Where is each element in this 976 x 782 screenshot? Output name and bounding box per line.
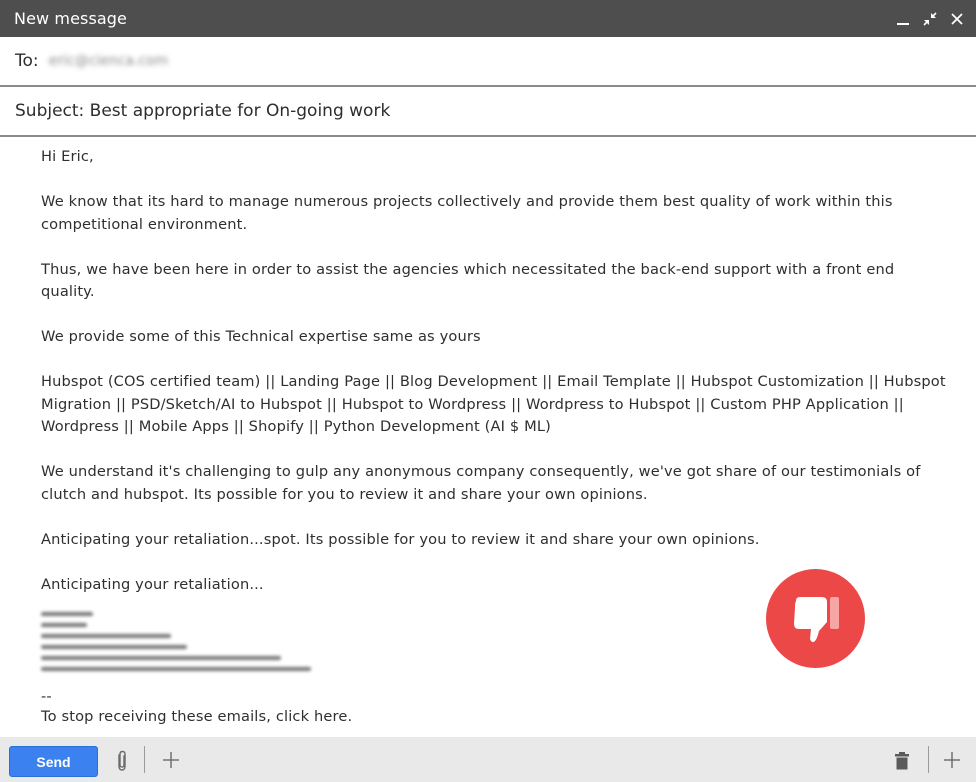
compose-toolbar: Send bbox=[0, 737, 976, 782]
greeting: Hi Eric, bbox=[41, 148, 94, 165]
signature-separator: -- bbox=[41, 688, 52, 705]
collapse-button[interactable] bbox=[916, 0, 943, 37]
minimize-icon bbox=[896, 22, 909, 25]
thumbs-down-badge bbox=[766, 569, 865, 668]
thumbs-down-icon bbox=[793, 596, 839, 642]
delete-button[interactable] bbox=[892, 749, 912, 773]
minimize-button[interactable] bbox=[889, 0, 916, 37]
paperclip-icon bbox=[118, 750, 126, 771]
send-button[interactable]: Send bbox=[9, 746, 98, 777]
add-button[interactable] bbox=[160, 749, 182, 771]
plus-icon bbox=[163, 752, 179, 768]
attach-button[interactable] bbox=[112, 749, 132, 773]
window-controls bbox=[889, 0, 976, 37]
body-paragraph: Thus, we have been here in order to assi… bbox=[41, 260, 895, 301]
compose-title-bar: New message bbox=[0, 0, 976, 37]
body-paragraph: We understand it's challenging to gulp a… bbox=[41, 463, 921, 503]
toolbar-divider bbox=[928, 746, 929, 773]
close-icon bbox=[950, 12, 963, 25]
window-title: New message bbox=[14, 9, 127, 28]
to-field[interactable]: To: eric@cienca.com bbox=[0, 37, 976, 87]
collapse-arrows-icon bbox=[922, 11, 937, 26]
more-options-button[interactable] bbox=[941, 749, 963, 771]
to-recipient-redacted[interactable]: eric@cienca.com bbox=[49, 53, 169, 69]
services-list: Hubspot (COS certified team) || Landing … bbox=[41, 373, 946, 435]
subject-text[interactable]: Subject: Best appropriate for On-going w… bbox=[15, 101, 390, 121]
body-paragraph: Anticipating your retaliation...spot. It… bbox=[41, 530, 760, 548]
close-button[interactable] bbox=[943, 0, 970, 37]
body-paragraph: We provide some of this Technical expert… bbox=[41, 328, 481, 345]
subject-field[interactable]: Subject: Best appropriate for On-going w… bbox=[0, 87, 976, 137]
unsubscribe-link[interactable]: To stop receiving these emails, click he… bbox=[41, 706, 951, 728]
toolbar-divider bbox=[144, 746, 145, 773]
plus-icon bbox=[944, 752, 960, 768]
to-label: To: bbox=[15, 51, 39, 71]
trash-icon bbox=[895, 752, 909, 770]
body-paragraph: We know that its hard to manage numerous… bbox=[41, 193, 893, 233]
